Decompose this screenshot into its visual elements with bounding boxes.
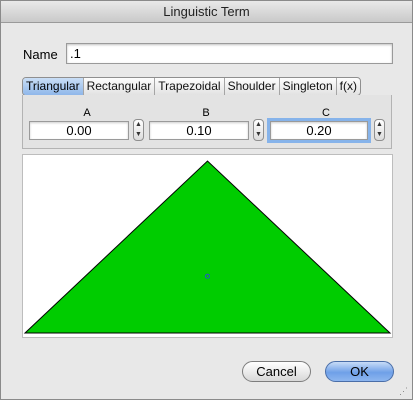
stepper-down-icon[interactable]: ▼ xyxy=(254,130,263,140)
dialog-window: Linguistic Term Name Triangular Rectangu… xyxy=(0,0,413,400)
stepper-up-icon[interactable]: ▲ xyxy=(254,120,263,130)
membership-chart xyxy=(23,160,392,334)
name-label: Name xyxy=(23,47,58,62)
param-c-stepper[interactable]: ▲ ▼ xyxy=(374,119,385,141)
param-c-input[interactable] xyxy=(267,118,371,143)
param-a-input[interactable] xyxy=(29,121,129,140)
param-c-label: C xyxy=(322,107,330,119)
cancel-button[interactable]: Cancel xyxy=(242,361,311,382)
shape-tabs: Triangular Rectangular Trapezoidal Shoul… xyxy=(22,77,361,96)
param-b-input[interactable] xyxy=(149,121,249,140)
tab-rectangular[interactable]: Rectangular xyxy=(84,78,156,95)
stepper-down-icon[interactable]: ▼ xyxy=(375,130,384,140)
membership-plot xyxy=(22,154,393,338)
name-input[interactable] xyxy=(66,43,393,64)
tab-triangular[interactable]: Triangular xyxy=(23,78,84,95)
param-b-stepper[interactable]: ▲ ▼ xyxy=(253,119,264,141)
param-a-stepper[interactable]: ▲ ▼ xyxy=(133,119,144,141)
tab-fx[interactable]: f(x) xyxy=(337,78,360,95)
ok-button[interactable]: OK xyxy=(325,361,394,382)
tab-trapezoidal[interactable]: Trapezoidal xyxy=(155,78,225,95)
param-a-label: A xyxy=(83,107,91,119)
param-b-label: B xyxy=(202,107,210,119)
tab-singleton[interactable]: Singleton xyxy=(280,78,337,95)
tab-shoulder[interactable]: Shoulder xyxy=(225,78,280,95)
window-title: Linguistic Term xyxy=(1,1,412,23)
triangle-membership-shape xyxy=(23,160,392,334)
stepper-up-icon[interactable]: ▲ xyxy=(375,120,384,130)
stepper-down-icon[interactable]: ▼ xyxy=(134,130,143,140)
stepper-up-icon[interactable]: ▲ xyxy=(134,120,143,130)
resize-grip-icon[interactable]: ⋰ xyxy=(399,386,409,396)
